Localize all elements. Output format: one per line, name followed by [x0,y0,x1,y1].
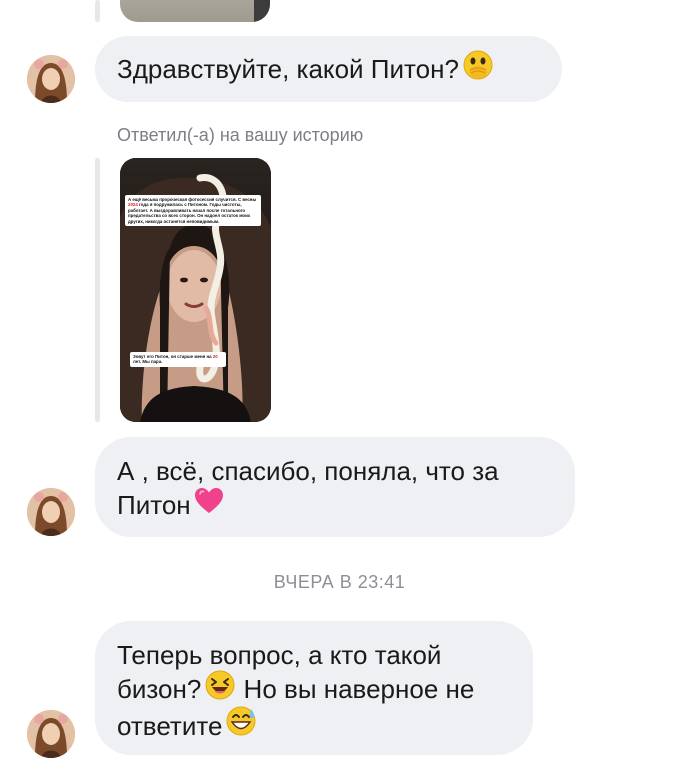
pink-heart-icon [194,487,224,523]
laughing-face-icon [204,669,236,709]
message-bubble[interactable]: Теперь вопрос, а кто такой бизон? Но вы … [95,621,533,755]
grinning-sweat-face-icon [225,705,257,745]
story-thumbnail[interactable]: А ещё весьма пророческая фотосессия случ… [120,158,271,422]
avatar[interactable] [27,55,75,103]
message-text: Здравствуйте, какой Питон? [117,54,459,84]
avatar[interactable] [27,710,75,758]
story-caption-bottom: Зовут его Питон, он старше меня на 20 ле… [130,352,226,367]
reply-caption: Ответил(-а) на вашу историю [117,125,364,145]
message-text: Питон [117,490,191,520]
message-bubble[interactable]: Здравствуйте, какой Питон? [95,36,562,102]
previous-story-thumbnail[interactable] [120,0,270,22]
message-bubble[interactable]: А , всё, спасибо, поняла, что за Питон [95,437,575,537]
message-text: ответите [117,710,223,741]
message-text: Теперь вопрос, а кто такой [117,640,442,670]
message-text: Но вы наверное не [236,674,475,704]
message-text: бизон? [117,674,202,704]
face-with-hand-over-mouth-icon [462,49,494,89]
date-separator: ВЧЕРА В 23:41 [273,572,406,592]
reply-indicator-bar-top [95,0,100,22]
avatar[interactable] [27,488,75,536]
reply-indicator-bar [95,158,100,422]
story-caption-top: А ещё весьма пророческая фотосессия случ… [125,195,261,227]
message-text: А , всё, спасибо, поняла, что за [117,456,499,486]
